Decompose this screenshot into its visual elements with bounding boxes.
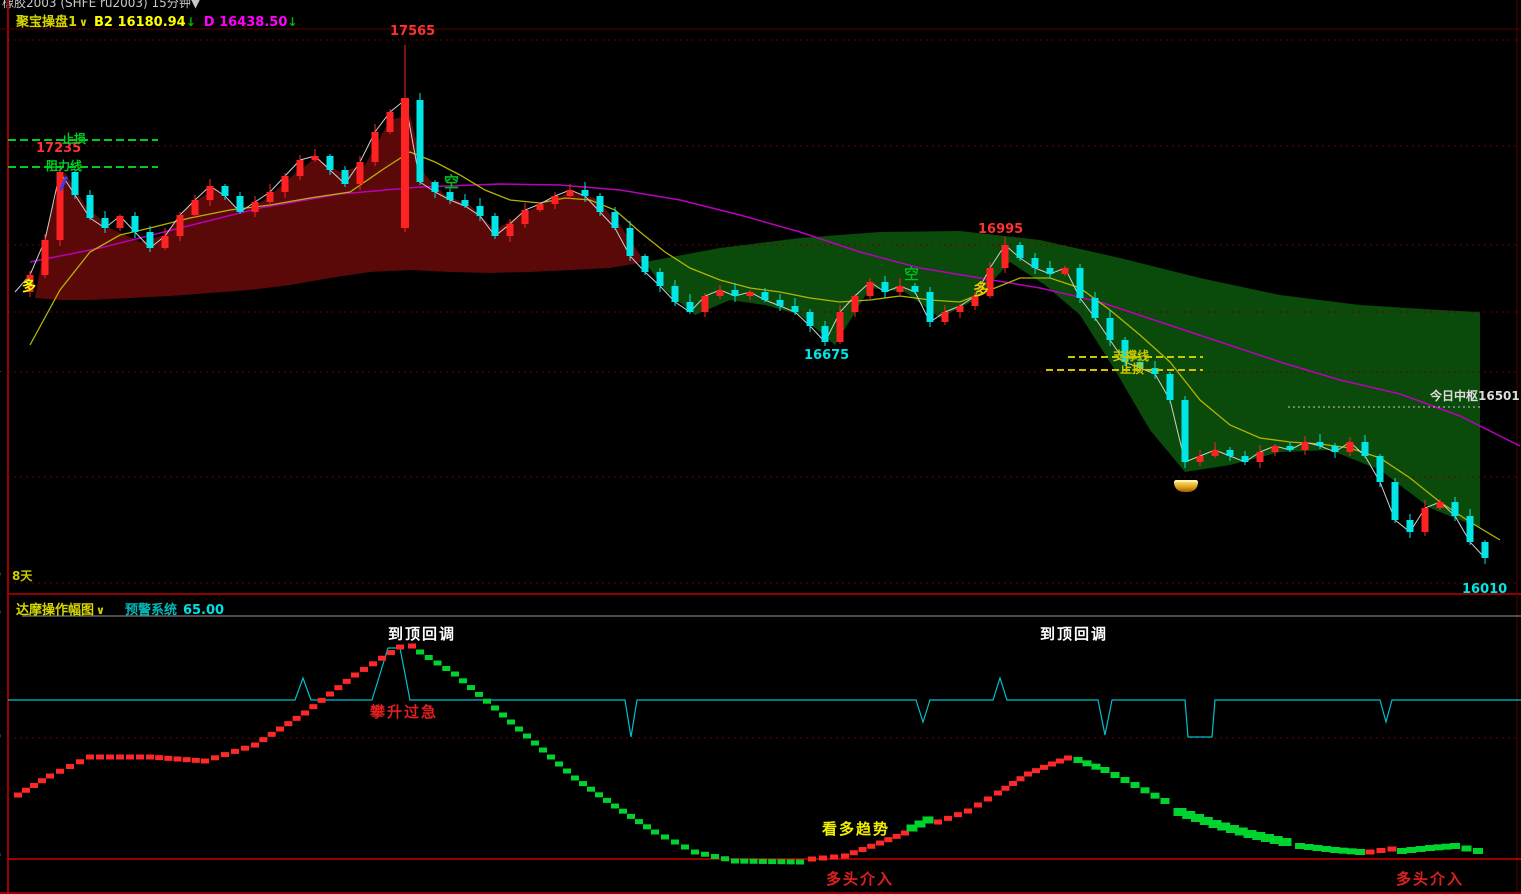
bear-band <box>35 115 645 300</box>
period-label: 8天 <box>12 570 32 583</box>
chevron-down-icon: ∨ <box>79 16 88 29</box>
bull-band <box>645 231 1480 528</box>
lower-panel-header: 达摩操作幅图∨ 预警系统 65.00 <box>16 599 224 618</box>
chart-canvas[interactable] <box>0 0 1521 894</box>
upper-panel-header: 聚宝操盘1∨B2 16180.94↓D 16438.50↓ <box>16 11 297 30</box>
alert-system-label: 预警系统 <box>125 603 177 618</box>
d-value: D 16438.50 <box>204 15 288 30</box>
down-arrow-icon: ↓ <box>186 15 196 29</box>
lower-indicator-name: 达摩操作幅图 <box>16 603 94 618</box>
upper-indicator-dropdown[interactable]: 聚宝操盘1∨ <box>16 15 94 30</box>
app-window: 橡胶2003 (SHFE ru2003) 15分钟▼ 聚宝操盘1∨B2 1618… <box>0 0 1521 894</box>
down-arrow-icon: ↓ <box>287 15 297 29</box>
upper-indicator-name: 聚宝操盘1 <box>16 15 77 30</box>
lower-indicator-dropdown[interactable]: 达摩操作幅图∨ <box>16 603 111 618</box>
b2-value: B2 16180.94 <box>94 15 186 30</box>
alert-line <box>8 648 1521 737</box>
alert-system-value: 65.00 <box>183 603 224 618</box>
chevron-down-icon: ∨ <box>96 604 105 617</box>
oscillator-series <box>14 644 1483 865</box>
